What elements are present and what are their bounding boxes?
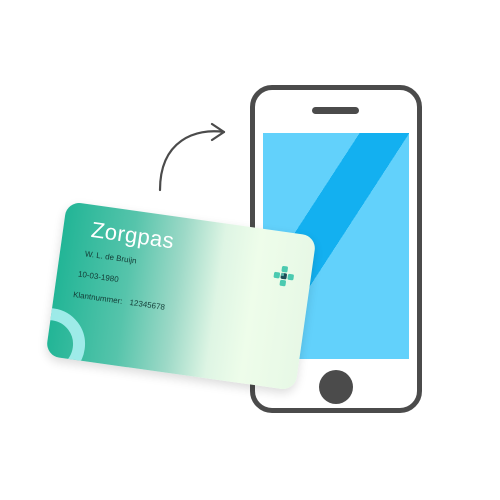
card-date: 10-03-1980 <box>77 269 120 285</box>
plus-logo-icon <box>273 265 294 287</box>
card-corner-decoration <box>45 303 90 385</box>
card-title: Zorgpas <box>89 217 176 254</box>
card-number-value: 12345678 <box>128 297 166 312</box>
home-button-icon <box>319 370 353 404</box>
card-holder-name: W. L. de Bruijn <box>84 249 138 266</box>
insurance-card: Zorgpas W. L. de Bruijn 10-03-1980 Klant… <box>45 201 317 391</box>
illustration-canvas: Zorgpas W. L. de Bruijn 10-03-1980 Klant… <box>0 0 500 500</box>
speaker-icon <box>312 107 359 114</box>
card-number-label: Klantnummer: <box>72 290 124 306</box>
